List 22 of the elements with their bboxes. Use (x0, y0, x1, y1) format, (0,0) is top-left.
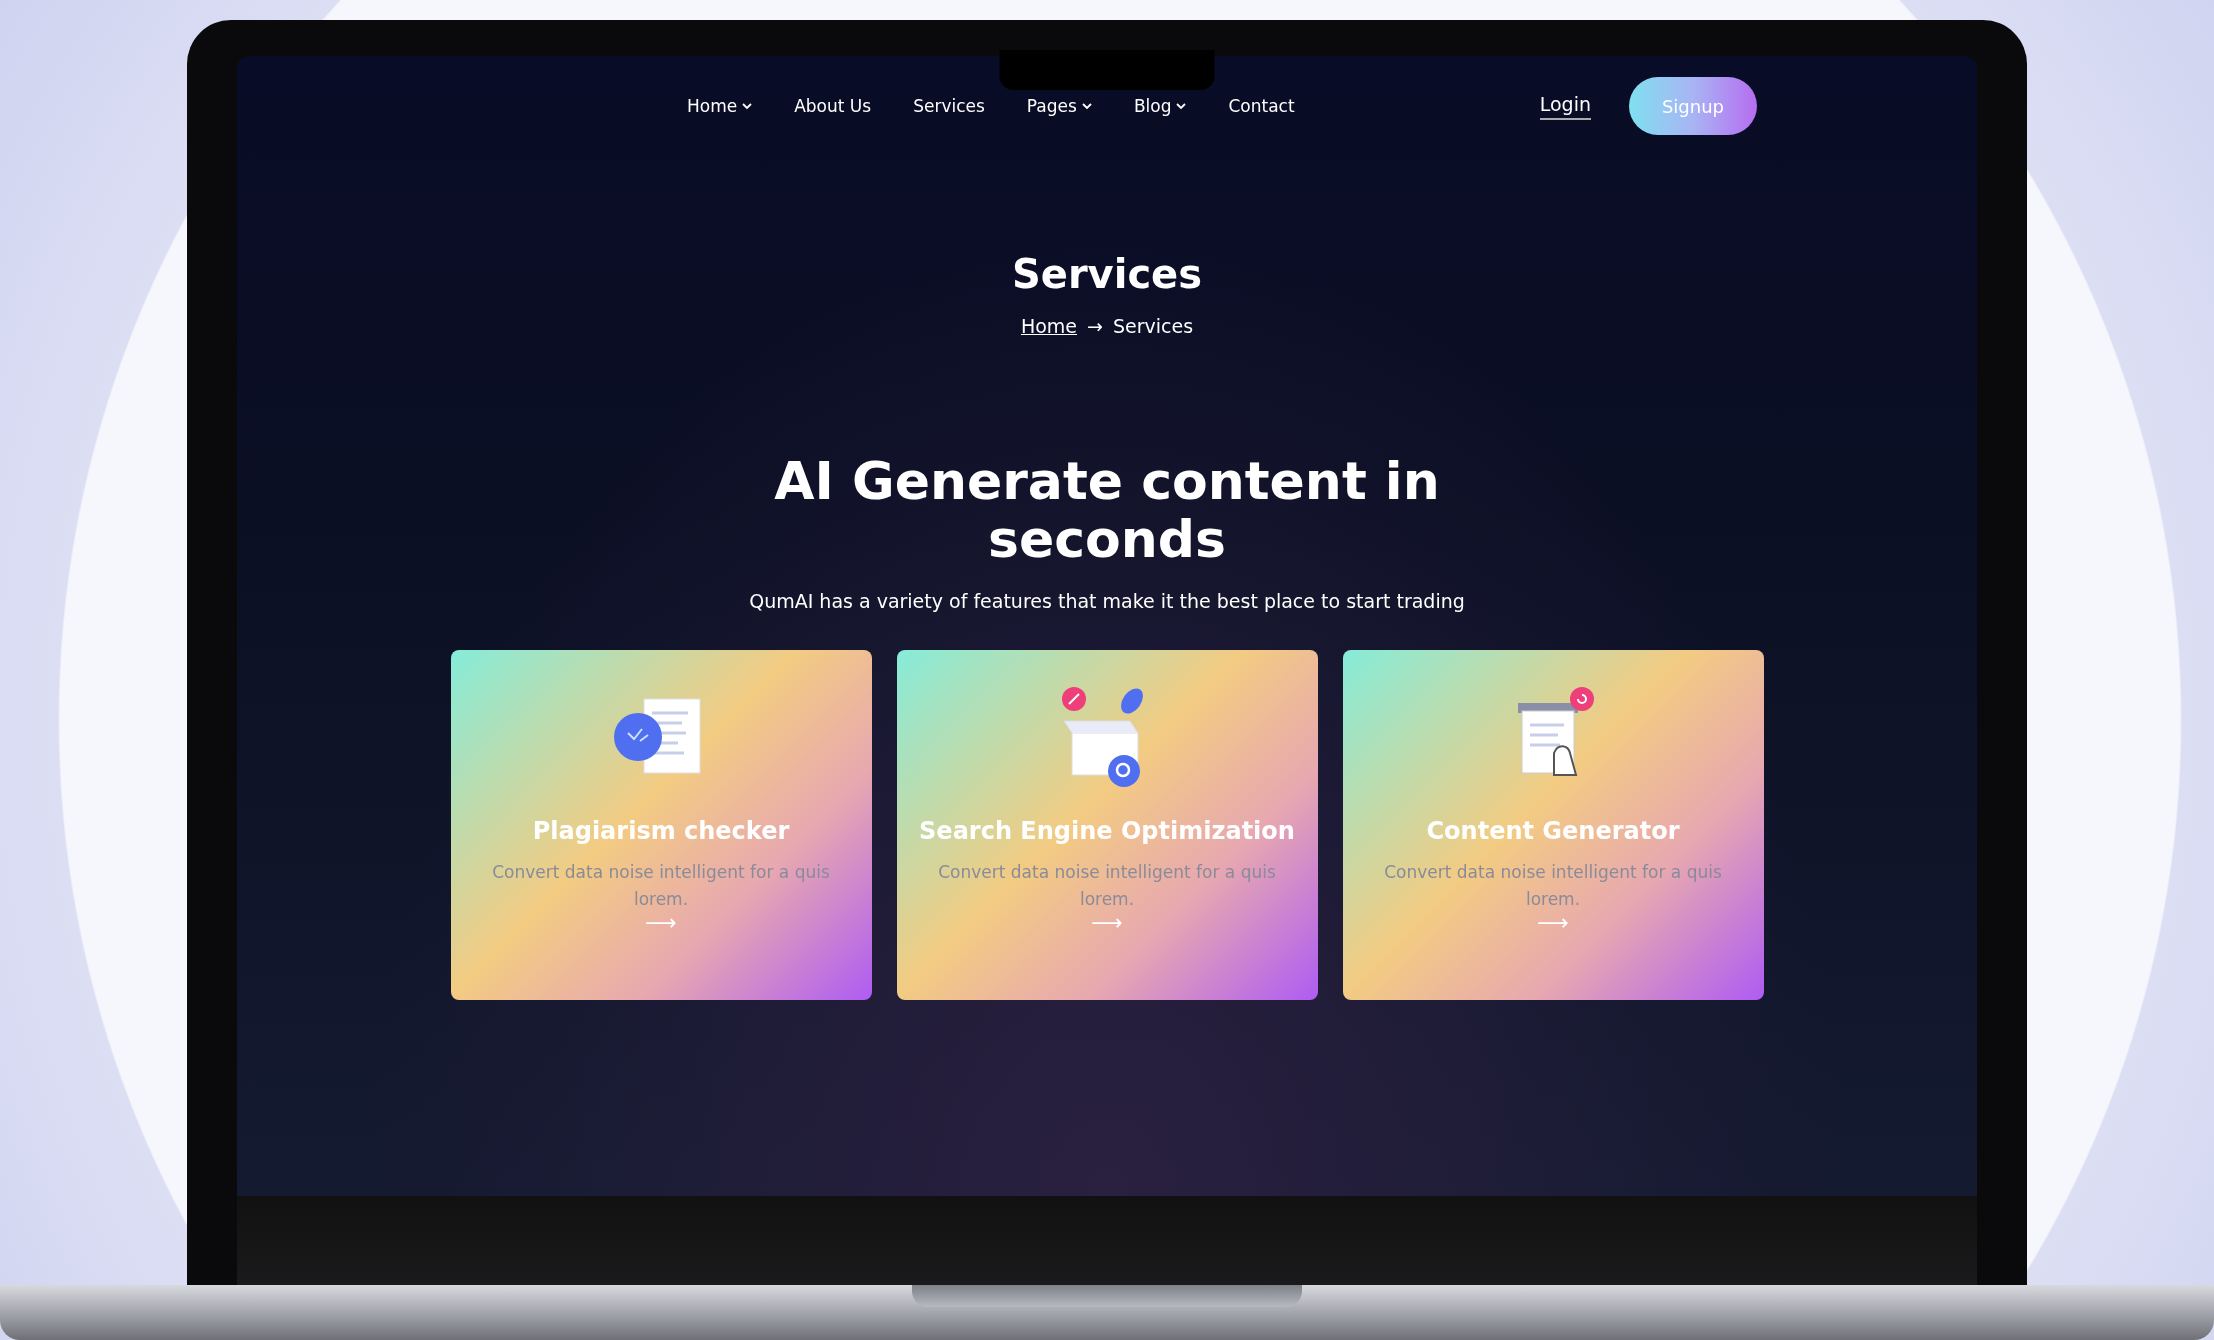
breadcrumb-current: Services (1112, 315, 1194, 337)
chevron-down-icon (1176, 102, 1187, 110)
nav-link[interactable]: About Us (794, 96, 872, 116)
nav-link[interactable]: Pages (1026, 96, 1092, 116)
section-subtitle: QumAI has a variety of features that make it the best place to start trading (749, 590, 1465, 612)
card-description: Convert data noise intelligent for a quis lorem. (1383, 861, 1723, 911)
login-link[interactable]: Login (1539, 92, 1591, 120)
card-title: Search Engine Optimization (919, 817, 1295, 845)
nav-link[interactable]: Home (687, 96, 753, 116)
card-title: Content Generator (1426, 817, 1680, 845)
nav-link[interactable]: Services (913, 96, 985, 116)
chevron-down-icon (1081, 102, 1092, 110)
nav-link[interactable]: Blog (1133, 96, 1187, 116)
nav-link[interactable]: Contact (1228, 96, 1295, 116)
page-title: Services (1011, 251, 1203, 297)
breadcrumb-link[interactable]: Home (1020, 315, 1078, 337)
card-description: Convert data noise intelligent for a quis lorem. (491, 861, 831, 911)
breadcrumb-separator: → (1087, 315, 1103, 337)
chevron-down-icon (742, 102, 753, 110)
card-description: Convert data noise intelligent for a quis lorem. (937, 861, 1277, 911)
section-heading: AI Generate content in seconds (773, 452, 1441, 568)
card-title: Plagiarism checker (532, 817, 790, 845)
